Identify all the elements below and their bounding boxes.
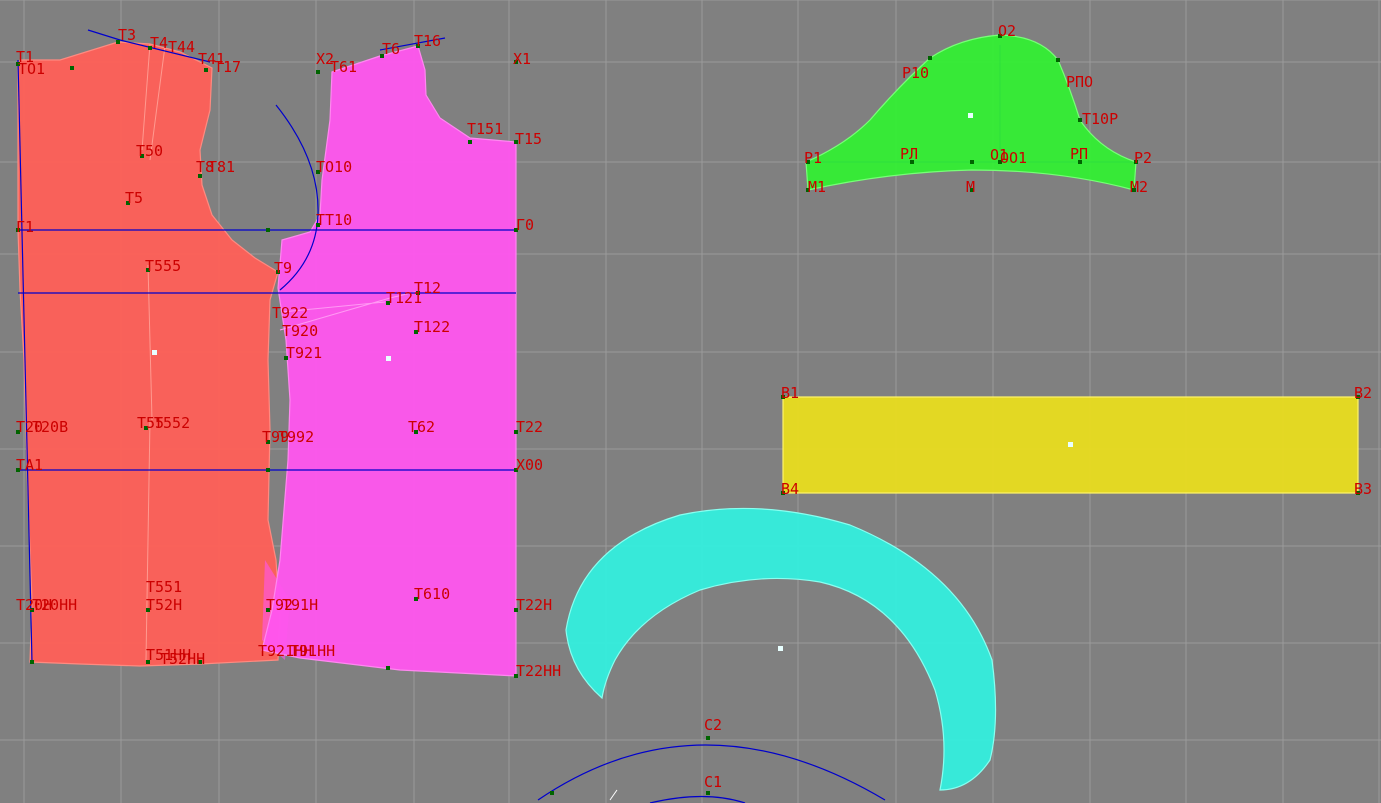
point-label-back: T151 xyxy=(467,120,503,138)
point-label-collar: C1 xyxy=(704,773,722,791)
pattern-node[interactable] xyxy=(266,468,270,472)
point-label-front: Г1 xyxy=(16,218,34,236)
pattern-node[interactable] xyxy=(928,56,932,60)
point-label-back: T122 xyxy=(414,318,450,336)
point-label-back: T62 xyxy=(408,418,435,436)
pattern-node[interactable] xyxy=(204,68,208,72)
pattern-node[interactable] xyxy=(970,160,974,164)
pattern-node[interactable] xyxy=(316,70,320,74)
point-label-sleeve: PПO xyxy=(1066,73,1093,91)
point-label-sleeve: P2 xyxy=(1134,149,1152,167)
pattern-node[interactable] xyxy=(70,66,74,70)
point-label-sleeve: M1 xyxy=(808,178,826,196)
front-piece-shape[interactable] xyxy=(17,41,281,667)
point-label-back: T121 xyxy=(386,289,422,307)
point-label-back: TT10 xyxy=(316,211,352,229)
point-label-sleeve: T10P xyxy=(1082,110,1118,128)
pattern-node[interactable] xyxy=(468,140,472,144)
point-label-front: TO1 xyxy=(18,60,45,78)
point-label-back: T22 xyxy=(516,418,543,436)
point-label-back: T921 xyxy=(286,344,322,362)
point-label-back: TO10 xyxy=(316,158,352,176)
point-label-front: T20B xyxy=(32,418,68,436)
point-label-front: T52H xyxy=(146,596,182,614)
point-label-front: T20HH xyxy=(32,596,77,614)
point-label-front: T81 xyxy=(208,158,235,176)
point-label-front: T552 xyxy=(154,414,190,432)
point-label-front: T44 xyxy=(168,38,195,56)
pattern-node[interactable] xyxy=(706,736,710,740)
point-label-front: T17 xyxy=(214,58,241,76)
point-label-band: B3 xyxy=(1354,480,1372,498)
point-label-sleeve: P10 xyxy=(902,64,929,82)
point-label-back: T61 xyxy=(330,58,357,76)
pattern-node[interactable] xyxy=(386,666,390,670)
point-label-front: T555 xyxy=(145,257,181,275)
mouse-cursor-icon xyxy=(609,789,618,801)
point-label-front: TA1 xyxy=(16,456,43,474)
point-label-back: T610 xyxy=(414,585,450,603)
pattern-node[interactable] xyxy=(550,791,554,795)
point-label-sleeve: OO1 xyxy=(1000,149,1027,167)
pattern-workspace[interactable]: T1 TO1 T3 T4 T44 T41 T17 T50 T8 T81 T5 Г1 T555 T20 T20… xyxy=(0,0,1381,803)
pattern-canvas[interactable]: T1TO1T3 T4 T44T41T17T50T8T81T5Г1T555T20T20… xyxy=(0,0,1381,803)
point-label-back: X00 xyxy=(516,456,543,474)
piece-center-marker[interactable] xyxy=(152,350,157,355)
point-label-back: T91H xyxy=(282,596,318,614)
pattern-node[interactable] xyxy=(266,228,270,232)
point-label-back: T992 xyxy=(278,428,314,446)
pattern-node[interactable] xyxy=(1056,58,1060,62)
point-label-front: T4 xyxy=(150,34,168,52)
point-label-back: T922 xyxy=(272,304,308,322)
point-label-sleeve: PЛ xyxy=(900,145,918,163)
point-label-sleeve: M xyxy=(966,178,975,196)
point-label-back: Г0 xyxy=(516,216,534,234)
point-label-sleeve: PП xyxy=(1070,145,1088,163)
point-label-front: T5 xyxy=(125,189,143,207)
point-label-back: T16 xyxy=(414,32,441,50)
point-label-back: T920 xyxy=(282,322,318,340)
point-label-front: T50 xyxy=(136,142,163,160)
pattern-node[interactable] xyxy=(706,791,710,795)
point-label-sleeve: O2 xyxy=(998,22,1016,40)
piece-center-marker[interactable] xyxy=(386,356,391,361)
point-label-back: T22H xyxy=(516,596,552,614)
point-label-front: T52HH xyxy=(160,650,205,668)
point-label-back: T6 xyxy=(382,40,400,58)
point-label-back: T9 xyxy=(274,259,292,277)
point-label-band: B1 xyxy=(781,384,799,402)
point-label-front: T3 xyxy=(118,26,136,44)
piece-center-marker[interactable] xyxy=(968,113,973,118)
point-label-band: B2 xyxy=(1354,384,1372,402)
point-label-back: T22HH xyxy=(516,662,561,680)
point-label-back: X1 xyxy=(513,50,531,68)
point-label-sleeve: P1 xyxy=(804,149,822,167)
point-label-back: T15 xyxy=(515,130,542,148)
point-label-sleeve: M2 xyxy=(1130,178,1148,196)
point-label-front: T551 xyxy=(146,578,182,596)
pattern-node[interactable] xyxy=(30,660,34,664)
point-label-band: B4 xyxy=(781,480,799,498)
piece-center-marker[interactable] xyxy=(778,646,783,651)
piece-center-marker[interactable] xyxy=(1068,442,1073,447)
point-label-back: T91HH xyxy=(290,642,335,660)
point-label-collar: C2 xyxy=(704,716,722,734)
